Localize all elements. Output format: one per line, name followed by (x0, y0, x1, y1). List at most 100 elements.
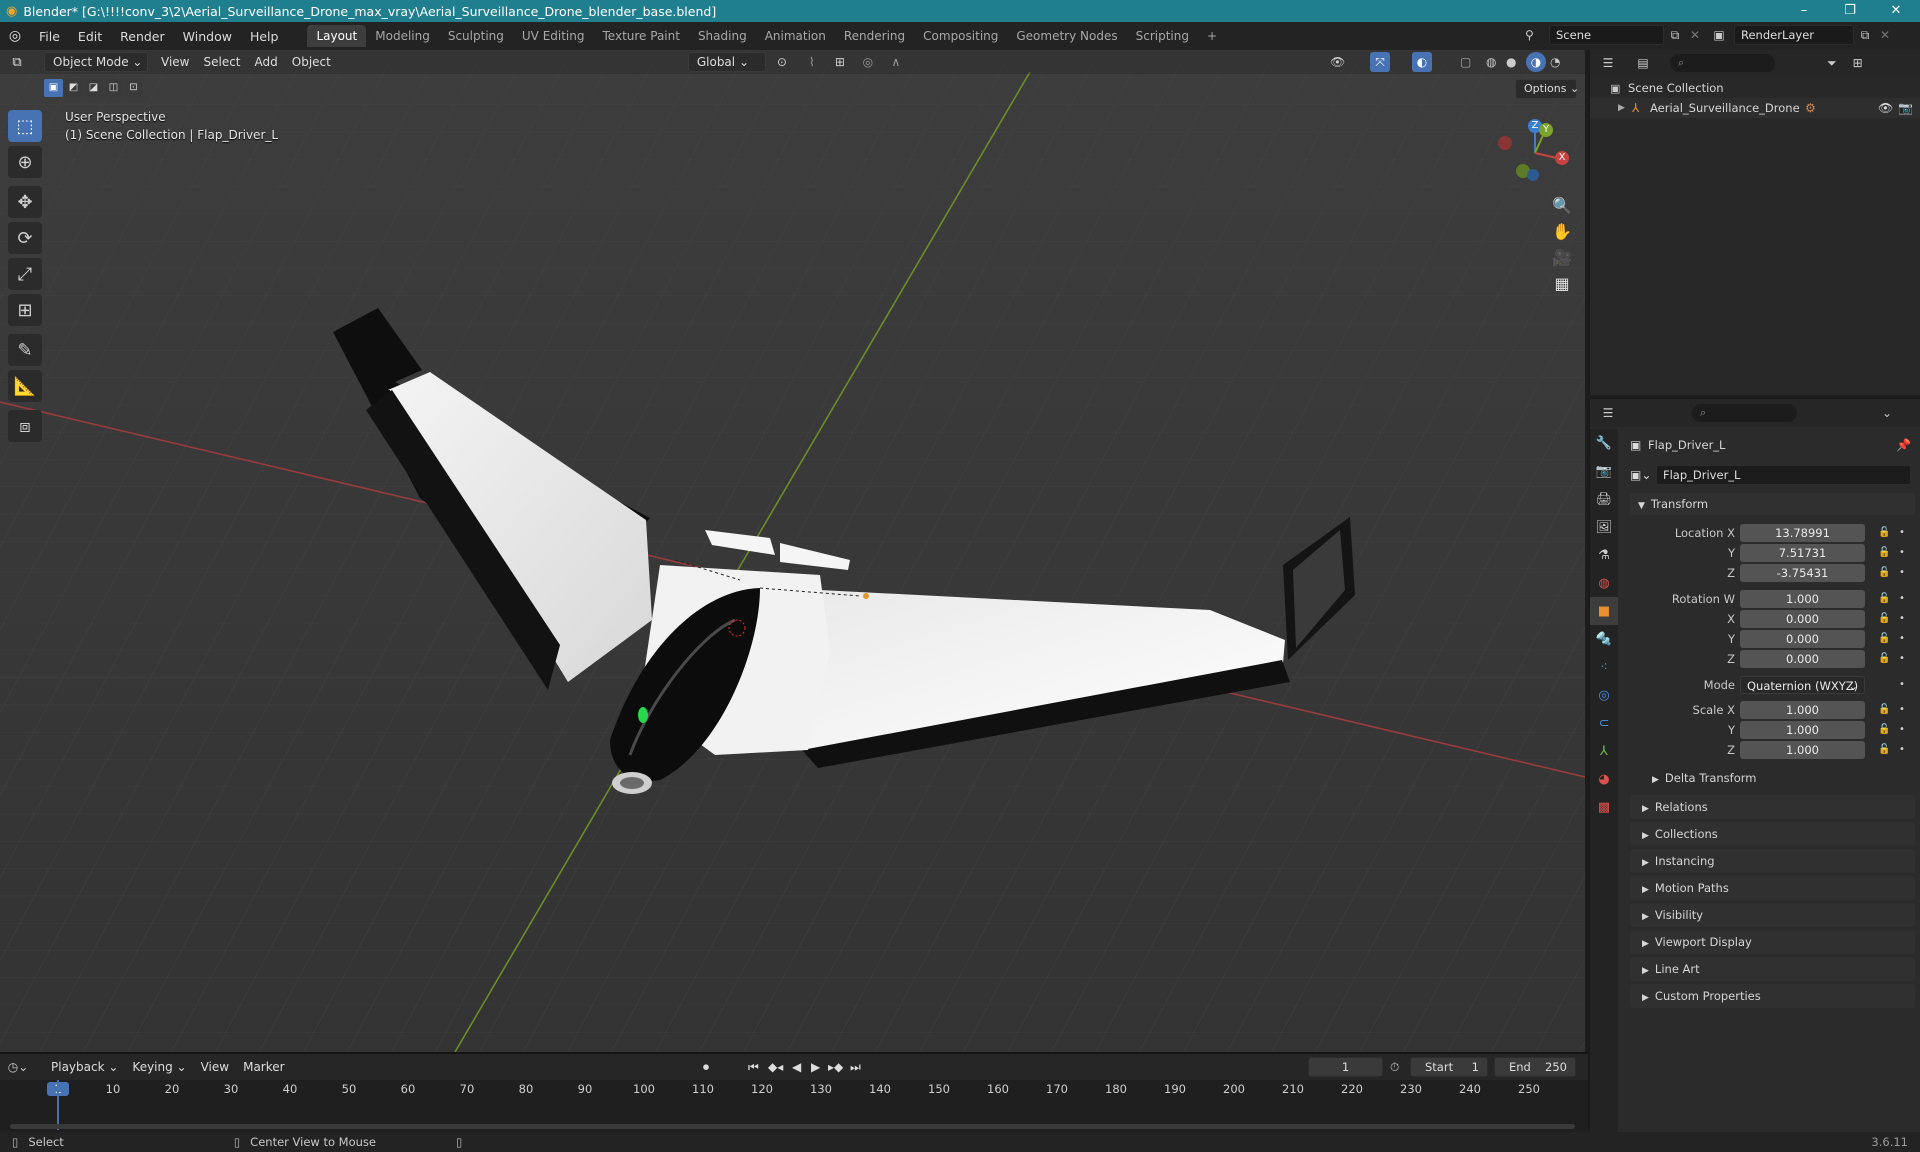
scene-icon[interactable]: ⚲ (1525, 28, 1549, 42)
gizmo-x-label[interactable]: X (1555, 151, 1569, 165)
texture-properties-icon[interactable]: ▩ (1590, 793, 1618, 821)
location-z-field[interactable]: -3.75431 (1740, 564, 1865, 582)
select-extend-icon[interactable]: ◩ (64, 79, 83, 97)
navigation-gizmo[interactable]: Z Y X (1493, 115, 1573, 195)
keyframe-dot-icon[interactable]: • (1899, 609, 1905, 629)
properties-search-input[interactable]: ⌕ (1692, 404, 1797, 422)
options-dropdown[interactable]: Options ⌄ (1515, 79, 1579, 99)
outliner-search-input[interactable]: ⌕ (1670, 54, 1775, 72)
cursor-tool-icon[interactable]: ⊕ (8, 146, 42, 178)
shading-rendered-icon[interactable]: ◔ (1550, 55, 1560, 69)
tool-properties-icon[interactable]: 🔧 (1590, 429, 1618, 457)
render-layer-field[interactable]: RenderLayer (1734, 25, 1854, 45)
new-collection-icon[interactable]: ⊞ (1853, 56, 1863, 70)
falloff-icon[interactable]: ∧ (882, 55, 910, 69)
marker-menu[interactable]: Marker (236, 1057, 291, 1077)
tab-texture-paint[interactable]: Texture Paint (594, 25, 689, 47)
rotation-w-field[interactable]: 1.000 (1740, 590, 1865, 608)
editor-type-icon[interactable]: ⧉ (0, 55, 34, 70)
pin-icon[interactable]: 📌 (1896, 438, 1911, 452)
select-new-icon[interactable]: ▣ (44, 79, 63, 97)
add-cube-tool-icon[interactable]: ⧈ (8, 410, 42, 442)
lock-icon[interactable]: 🔓 (1878, 589, 1890, 609)
jump-start-icon[interactable]: ⏮ (748, 1060, 759, 1075)
object-properties-icon[interactable]: ■ (1590, 597, 1618, 625)
ortho-toggle-icon[interactable]: ▦ (1548, 270, 1576, 296)
preview-range-icon[interactable]: ⏱ (1390, 1060, 1399, 1075)
properties-options-icon[interactable]: ⌄ (1882, 406, 1892, 420)
menu-object[interactable]: Object (285, 52, 338, 72)
xray-icon[interactable]: ▢ (1460, 55, 1471, 69)
menu-window[interactable]: Window (174, 29, 241, 44)
annotate-tool-icon[interactable]: ✎ (8, 334, 42, 366)
lock-icon[interactable]: 🔓 (1878, 609, 1890, 629)
constraints-properties-icon[interactable]: ⊂ (1590, 709, 1618, 737)
timeline-scrollbar[interactable] (10, 1124, 1575, 1129)
minimize-button[interactable]: – (1782, 0, 1826, 22)
render-properties-icon[interactable]: 📷 (1590, 457, 1618, 485)
rotate-tool-icon[interactable]: ⟳ (8, 222, 42, 254)
outliner-editor-icon[interactable]: ☰ (1590, 56, 1626, 70)
pivot-icon[interactable]: ⊙ (766, 55, 798, 69)
select-invert-icon[interactable]: ◫ (104, 79, 123, 97)
tab-layout[interactable]: Layout (307, 25, 367, 47)
timeline-ruler[interactable]: 1102030405060708090100110120130140150160… (0, 1080, 1588, 1132)
rotation-z-field[interactable]: 0.000 (1740, 650, 1865, 668)
menu-select[interactable]: Select (196, 52, 247, 72)
pan-hand-icon[interactable]: ✋ (1548, 218, 1576, 244)
jump-keyframe-back-icon[interactable]: ◆◂ (768, 1060, 783, 1074)
menu-file[interactable]: File (30, 29, 69, 44)
relations-section[interactable]: ▶ Relations (1630, 795, 1915, 819)
zoom-icon[interactable]: 🔍 (1548, 192, 1576, 218)
tab-sculpting[interactable]: Sculpting (439, 25, 513, 47)
keyframe-dot-icon[interactable]: • (1899, 700, 1905, 720)
eye-visibility-icon[interactable]: 👁 (1878, 101, 1893, 115)
restore-button[interactable]: ❐ (1828, 0, 1872, 22)
transform-panel-header[interactable]: ▼ Transform (1630, 493, 1915, 515)
view-layer-icon[interactable]: ▣ (1704, 28, 1734, 42)
tab-animation[interactable]: Animation (756, 25, 835, 47)
timeline-editor-icon[interactable]: ◷⌄ (0, 1060, 36, 1074)
delete-scene-icon[interactable]: ✕ (1686, 28, 1704, 42)
physics-properties-icon[interactable]: ◎ (1590, 681, 1618, 709)
menu-render[interactable]: Render (111, 29, 174, 44)
measure-tool-icon[interactable]: 📐 (8, 370, 42, 402)
lock-icon[interactable]: 🔓 (1878, 523, 1890, 543)
snap-target-icon[interactable]: ⊞ (826, 55, 854, 69)
material-properties-icon[interactable]: ◕ (1590, 765, 1618, 793)
transform-tool-icon[interactable]: ⊞ (8, 294, 42, 326)
keyframe-dot-icon[interactable]: • (1899, 675, 1905, 695)
keyframe-dot-icon[interactable]: • (1899, 740, 1905, 760)
location-y-field[interactable]: 7.51731 (1740, 544, 1865, 562)
select-box-tool-icon[interactable]: ⬚ (8, 110, 42, 142)
lock-icon[interactable]: 🔓 (1878, 740, 1890, 760)
lock-icon[interactable]: 🔓 (1878, 543, 1890, 563)
tab-geometry-nodes[interactable]: Geometry Nodes (1007, 25, 1126, 47)
jump-keyframe-forward-icon[interactable]: ▸◆ (828, 1060, 843, 1074)
keyframe-dot-icon[interactable]: • (1899, 589, 1905, 609)
start-frame-field[interactable]: Start 1 (1410, 1057, 1488, 1077)
new-view-layer-icon[interactable]: ⧉ (1854, 28, 1876, 43)
lock-icon[interactable]: 🔓 (1878, 649, 1890, 669)
keyframe-dot-icon[interactable]: • (1899, 523, 1905, 543)
output-properties-icon[interactable]: 🖨 (1590, 485, 1618, 513)
modifier-properties-icon[interactable]: 🔩 (1590, 625, 1618, 653)
menu-view[interactable]: View (154, 52, 196, 72)
menu-edit[interactable]: Edit (69, 29, 111, 44)
datablock-type-icon[interactable]: ▣⌄ (1630, 468, 1656, 482)
particles-properties-icon[interactable]: ⁖ (1590, 653, 1618, 681)
view-layer-properties-icon[interactable]: 🖼 (1590, 513, 1618, 541)
mode-select[interactable]: Object Mode ⌄ (44, 52, 148, 72)
lock-icon[interactable]: 🔓 (1878, 629, 1890, 649)
data-properties-icon[interactable]: ⅄ (1590, 737, 1618, 765)
filter-icon[interactable]: ⏷ (1827, 56, 1837, 71)
gizmo-y-label[interactable]: Y (1539, 123, 1553, 137)
delete-view-layer-icon[interactable]: ✕ (1876, 28, 1894, 42)
instancing-section[interactable]: ▶ Instancing (1630, 849, 1915, 873)
custom-properties-section[interactable]: ▶ Custom Properties (1630, 984, 1915, 1008)
move-tool-icon[interactable]: ✥ (8, 186, 42, 218)
shading-solid-icon[interactable]: ● (1506, 55, 1516, 69)
motion-paths-section[interactable]: ▶ Motion Paths (1630, 876, 1915, 900)
scene-properties-icon[interactable]: ⚗ (1590, 541, 1618, 569)
tab-rendering[interactable]: Rendering (835, 25, 914, 47)
